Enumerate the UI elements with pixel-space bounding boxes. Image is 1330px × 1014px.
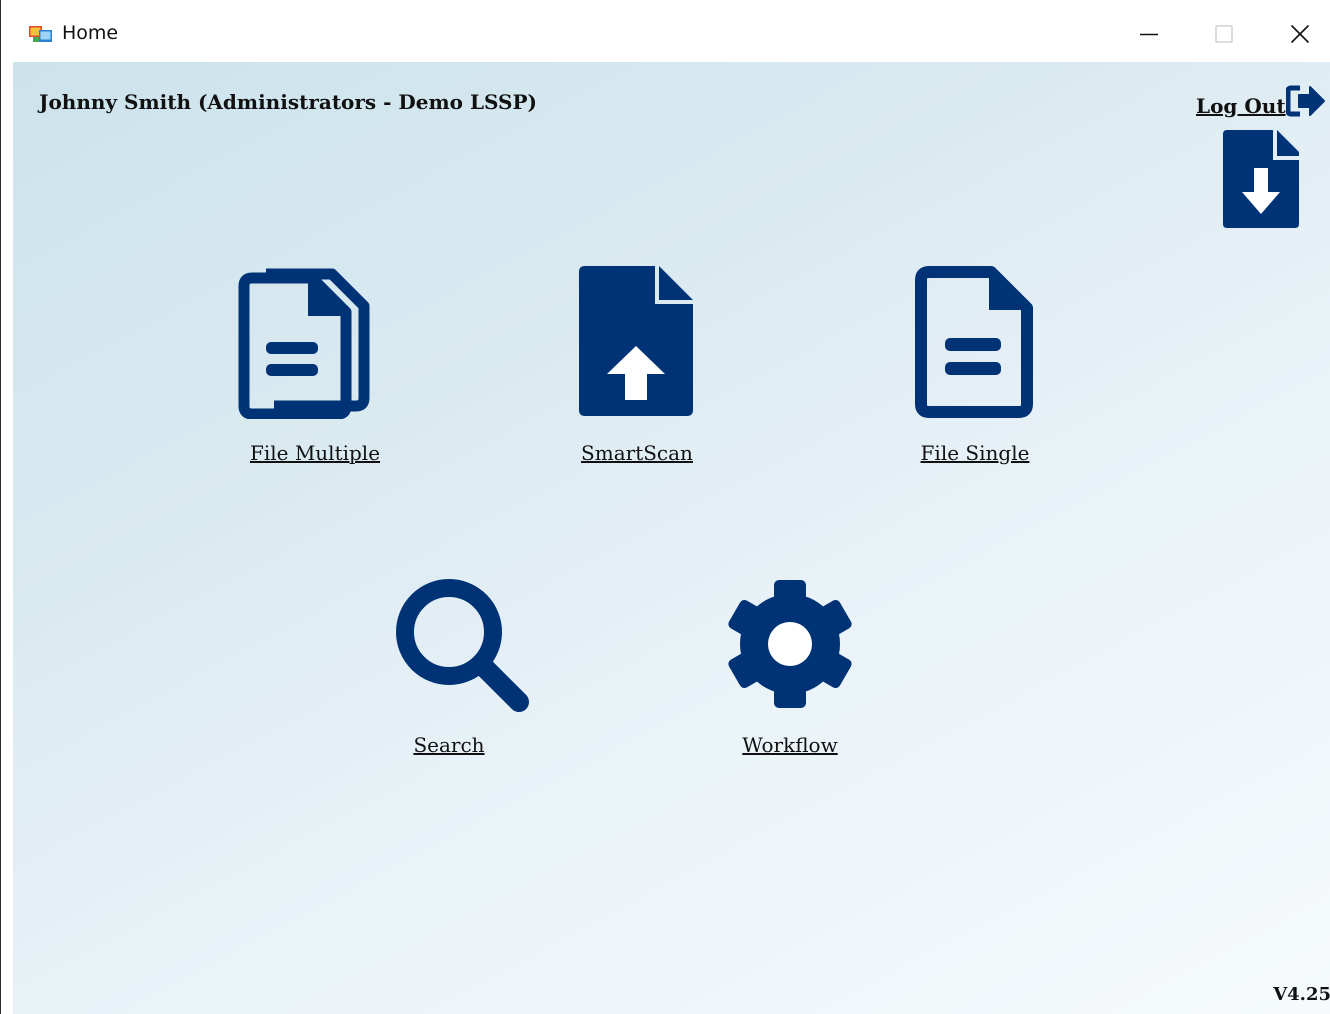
search-tile[interactable]: Search [379,578,529,757]
gear-icon [728,580,852,708]
maximize-icon [1215,25,1233,43]
search-icon [396,579,529,712]
current-user-label: Johnny Smith (Administrators - Demo LSSP… [39,90,537,114]
workflow-tile[interactable]: Workflow [715,578,865,757]
smartscan-tile[interactable]: SmartScan [567,264,707,465]
file-multiple-label: File Multiple [249,441,381,465]
file-multiple-icon [238,268,370,419]
file-download-icon[interactable] [1223,130,1299,228]
file-single-label: File Single [920,441,1030,465]
file-multiple-tile[interactable]: File Multiple [235,264,395,465]
home-panel: Johnny Smith (Administrators - Demo LSSP… [13,62,1330,1014]
workflow-label: Workflow [742,733,838,757]
search-label: Search [413,733,485,757]
file-upload-icon [579,266,693,416]
file-single-tile[interactable]: File Single [905,264,1045,465]
title-bar[interactable]: Home [13,0,1330,62]
logout-link[interactable]: Log Out [1196,94,1286,118]
minimize-button[interactable] [1126,14,1172,54]
window-title: Home [62,22,119,44]
close-button[interactable] [1277,14,1323,54]
maximize-button[interactable] [1201,14,1247,54]
smartscan-label: SmartScan [581,441,693,465]
app-icon [29,26,52,42]
app-window: Home Johnny Smith (Administrators - Demo… [0,0,1330,1014]
close-icon [1290,24,1310,44]
minimize-icon [1140,33,1158,36]
file-single-icon [915,266,1033,418]
version-label: V4.25 [1273,984,1330,1005]
logout-icon[interactable] [1286,84,1326,118]
